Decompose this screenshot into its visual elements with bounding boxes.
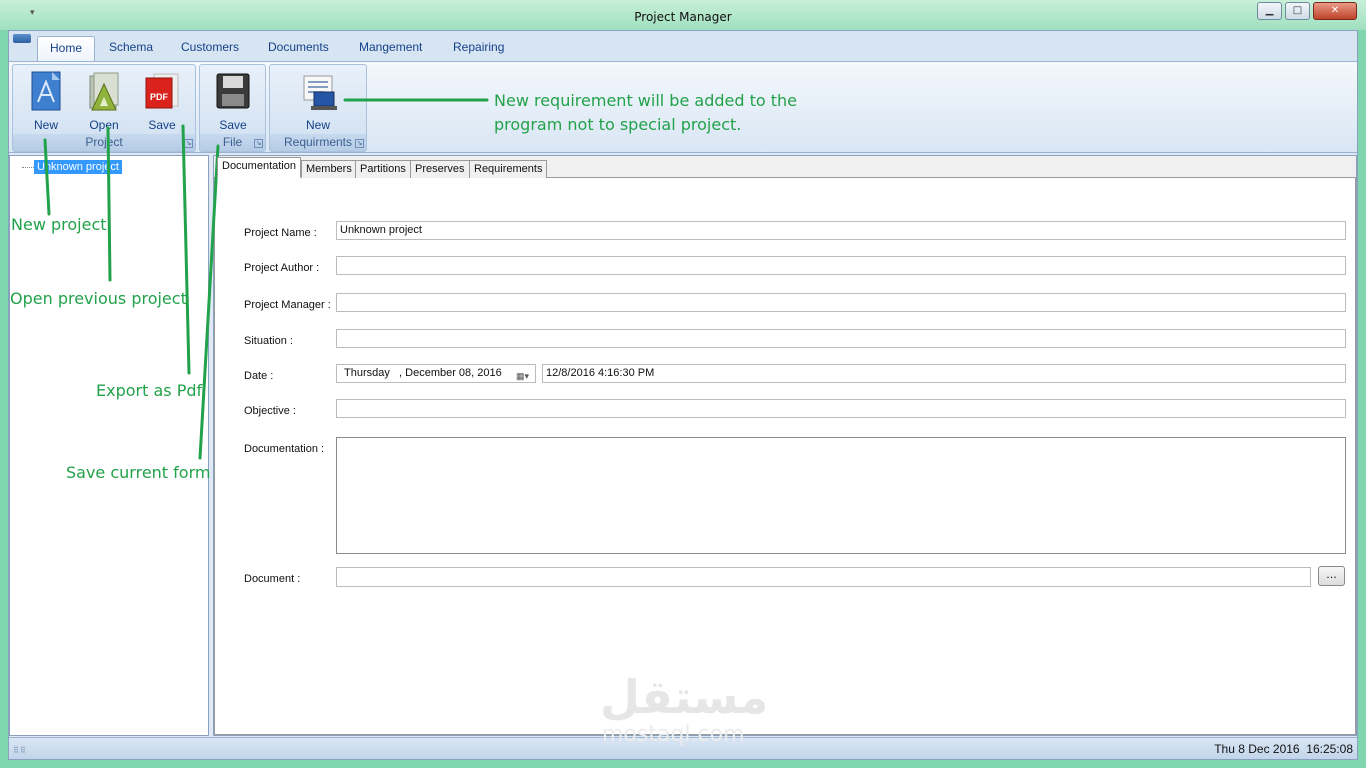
page-tab-strip: Documentation Members Partitions Preserv… — [214, 156, 1356, 178]
ribbon-tab-customers[interactable]: Customers — [169, 36, 251, 61]
requirments-launcher-icon[interactable]: ↘ — [355, 139, 364, 148]
open-folder-icon — [89, 72, 119, 111]
app-menu-button[interactable] — [13, 34, 31, 43]
group-requirments: New Requirments ↘ — [269, 64, 367, 152]
project-author-label: Project Author : — [244, 262, 320, 274]
date-picker-value: Thursday , December 08, 2016 — [344, 367, 502, 379]
app-frame: Home Schema Customers Documents Mangemen… — [8, 30, 1358, 760]
app-window: ▾ Project Manager ▁ □ ✕ Home Schema Cust… — [0, 0, 1366, 768]
group-label-requirments: Requirments — [270, 134, 366, 151]
tab-preserves[interactable]: Preserves — [410, 160, 470, 178]
open-button-label: Open — [89, 118, 119, 132]
browse-button[interactable]: ... — [1318, 566, 1345, 586]
new-project-button[interactable]: New — [19, 68, 73, 134]
project-author-field[interactable] — [336, 256, 1346, 275]
ribbon: New Open PDF Save Project ↘ Save File ↘ … — [9, 61, 1357, 153]
tab-requirements[interactable]: Requirements — [469, 160, 548, 178]
project-manager-field[interactable] — [336, 293, 1346, 312]
date-picker[interactable]: Thursday , December 08, 2016 ▦▾ — [336, 364, 536, 383]
floppy-disk-icon — [216, 73, 250, 109]
status-bar: ⠿⠿ Thu 8 Dec 2016 16:25:08 — [9, 737, 1357, 759]
ribbon-tab-home[interactable]: Home — [37, 36, 96, 61]
ribbon-tab-schema[interactable]: Schema — [97, 36, 165, 61]
tree-item-unknown-project[interactable]: Unknown project — [34, 160, 122, 174]
documentation-textarea[interactable] — [336, 437, 1346, 554]
new-requirement-label: New — [305, 118, 330, 132]
project-launcher-icon[interactable]: ↘ — [184, 139, 193, 148]
tree-connector — [22, 167, 34, 168]
resize-grip-icon[interactable]: ⠿⠿ — [13, 746, 27, 755]
close-button[interactable]: ✕ — [1313, 2, 1357, 20]
project-tree[interactable]: Unknown project — [9, 155, 209, 736]
situation-label: Situation : — [244, 335, 293, 347]
documentation-label: Documentation : — [244, 443, 325, 455]
minimize-button[interactable]: ▁ — [1257, 2, 1282, 20]
title-bar: ▾ Project Manager ▁ □ ✕ — [0, 0, 1366, 30]
project-name-label: Project Name : — [244, 227, 317, 239]
objective-label: Objective : — [244, 405, 296, 417]
status-datetime: Thu 8 Dec 2016 16:25:08 — [1214, 742, 1353, 756]
project-name-field[interactable]: Unknown project — [336, 221, 1346, 240]
save-pdf-button[interactable]: PDF Save — [135, 68, 189, 134]
calendar-dropdown-icon[interactable]: ▦▾ — [516, 368, 529, 385]
pdf-icon: PDF — [145, 73, 179, 109]
file-launcher-icon[interactable]: ↘ — [254, 139, 263, 148]
group-project: New Open PDF Save Project ↘ — [12, 64, 196, 152]
ribbon-tab-documents[interactable]: Documents — [256, 36, 341, 61]
new-document-icon — [31, 71, 61, 111]
save-file-label: Save — [219, 118, 247, 132]
objective-field[interactable] — [336, 399, 1346, 418]
document-path-field[interactable] — [336, 567, 1311, 587]
tab-members[interactable]: Members — [301, 160, 357, 178]
main-panel: Documentation Members Partitions Preserv… — [213, 155, 1357, 736]
tab-partitions[interactable]: Partitions — [355, 160, 411, 178]
documentation-tab-body: Project Name : Unknown project Project A… — [214, 178, 1356, 735]
new-requirement-button[interactable]: New — [291, 68, 345, 134]
open-project-button[interactable]: Open — [77, 68, 131, 134]
tab-documentation[interactable]: Documentation — [217, 157, 301, 178]
situation-field[interactable] — [336, 329, 1346, 348]
date-label: Date : — [244, 370, 274, 382]
save-button-label: Save — [148, 118, 176, 132]
ribbon-tab-strip: Home Schema Customers Documents Mangemen… — [9, 31, 1357, 61]
date-time-field[interactable]: 12/8/2016 4:16:30 PM — [542, 364, 1346, 383]
svg-text:PDF: PDF — [150, 92, 169, 102]
requirement-checklist-icon — [303, 75, 337, 110]
window-title: Project Manager — [634, 10, 732, 24]
save-file-button[interactable]: Save — [206, 68, 260, 134]
project-manager-label: Project Manager : — [244, 299, 331, 311]
new-button-label: New — [33, 118, 58, 132]
group-label-project: Project — [13, 134, 195, 151]
document-label: Document : — [244, 573, 301, 585]
group-file: Save File ↘ — [199, 64, 266, 152]
ribbon-tab-repairing[interactable]: Repairing — [441, 36, 516, 61]
ribbon-tab-mangement[interactable]: Mangement — [347, 36, 434, 61]
maximize-button[interactable]: □ — [1285, 2, 1310, 20]
